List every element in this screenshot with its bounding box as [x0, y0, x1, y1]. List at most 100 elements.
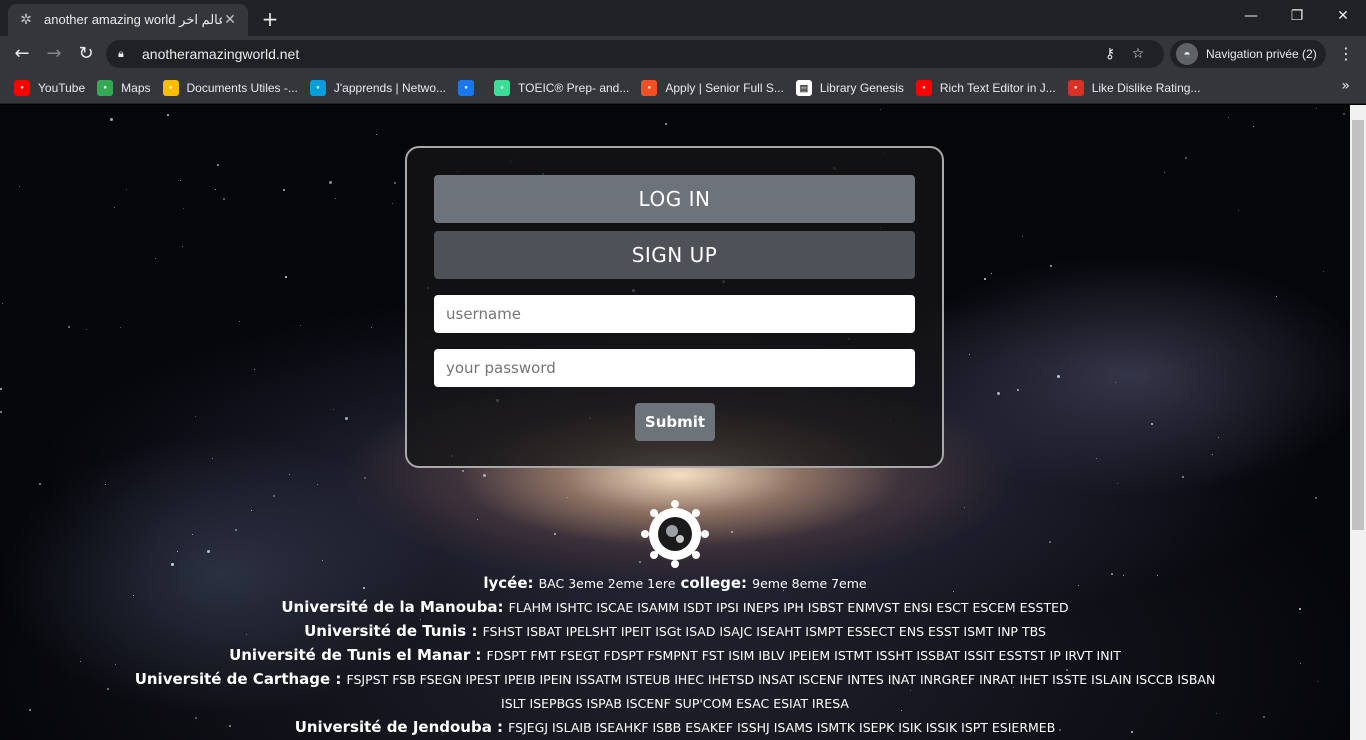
directory-list[interactable]: FDSPT FMT FSEGT FDSPT FSMPNT FST ISIM IB… — [487, 648, 1121, 663]
login-button[interactable]: LOG IN — [434, 175, 915, 223]
star-dot — [345, 417, 348, 420]
bookmark-label: J'apprends | Netwo... — [333, 80, 447, 95]
password-input[interactable] — [434, 349, 915, 387]
star-dot — [239, 321, 240, 322]
directory-heading[interactable]: college: — [680, 574, 747, 592]
star-dot — [1017, 389, 1019, 391]
star-dot — [1276, 296, 1277, 297]
new-tab-button[interactable]: + — [258, 8, 282, 30]
star-dot — [969, 354, 970, 355]
directory-line: lycée: BAC 3eme 2eme 1ere college: 9eme … — [0, 571, 1350, 595]
star-dot — [183, 208, 184, 209]
star-dot — [1115, 382, 1116, 383]
bookmark-item[interactable]: ● J'apprends | Netwo... — [306, 74, 454, 102]
star-dot — [1238, 210, 1239, 211]
star-dot — [19, 186, 20, 187]
directory-line: Université de la Manouba: FLAHM ISHTC IS… — [0, 595, 1350, 619]
close-window-button[interactable]: ✕ — [1320, 0, 1366, 32]
directory-line: Université de Tunis el Manar : FDSPT FMT… — [0, 643, 1350, 667]
more-menu-icon[interactable]: ⋮ — [1334, 40, 1358, 68]
restore-button[interactable]: ❐ — [1274, 0, 1320, 32]
username-input[interactable] — [434, 295, 915, 333]
star-dot — [68, 326, 70, 328]
scrollbar-thumb[interactable] — [1352, 120, 1364, 530]
star-dot — [567, 497, 568, 498]
bookmark-item[interactable]: ● Like Dislike Rating... — [1064, 74, 1209, 102]
directory-heading[interactable]: lycée: — [483, 574, 533, 592]
address-bar[interactable]: 🔒︎ anotheramazingworld.net ⚷ ☆ — [106, 40, 1164, 68]
star-dot — [1049, 541, 1051, 543]
bookmark-item[interactable]: ● TOEIC® Prep- and... — [490, 74, 637, 102]
book-icon: ▤ — [795, 79, 812, 96]
star-dot — [462, 470, 464, 472]
url-text[interactable]: anotheramazingworld.net — [142, 46, 1096, 62]
star-dot — [1182, 476, 1184, 478]
back-button[interactable]: ← — [8, 40, 36, 68]
star-dot — [171, 563, 174, 566]
directory-heading[interactable]: Université de Tunis el Manar : — [229, 646, 481, 664]
bookmark-item[interactable]: ● Maps — [93, 74, 158, 102]
bookmark-item[interactable]: ● Apply | Senior Full S... — [637, 74, 792, 102]
star-dot — [997, 392, 1000, 395]
bookmark-item[interactable]: ▤ Library Genesis — [792, 74, 912, 102]
auth-card: LOG IN SIGN UP Submit — [405, 146, 944, 468]
star-dot — [285, 276, 287, 278]
close-tab-icon[interactable]: ✕ — [222, 12, 238, 28]
minimize-button[interactable]: — — [1228, 0, 1274, 32]
key-icon[interactable]: ⚷ — [1096, 46, 1124, 62]
bookmarks-overflow-icon[interactable]: » — [1341, 78, 1350, 94]
directory-heading[interactable]: Université de Carthage : — [135, 670, 342, 688]
forward-button[interactable]: → — [40, 40, 68, 68]
reload-button[interactable]: ↻ — [72, 40, 100, 68]
directory-list[interactable]: FSJPST FSB FSEGN IPEST IPEIB IPEIN ISSAT… — [347, 672, 1216, 687]
star-dot — [554, 533, 556, 535]
star-bookmark-icon[interactable]: ☆ — [1124, 46, 1152, 62]
star-dot — [182, 246, 183, 247]
star-dot — [376, 134, 377, 135]
star-dot — [180, 180, 181, 181]
star-dot — [329, 181, 332, 184]
youtube-icon: ● — [915, 79, 932, 96]
star-dot — [251, 510, 252, 511]
bookmarks-bar: ● YouTube ● Maps ● Documents Utiles -... ● J'ap… — [0, 72, 1366, 104]
directory-heading[interactable]: Université de Tunis : — [304, 622, 477, 640]
bookmark-label: Documents Utiles -... — [186, 80, 298, 95]
submit-button[interactable]: Submit — [635, 403, 715, 441]
bookmark-label: Rich Text Editor in J... — [939, 80, 1056, 95]
directory-list[interactable]: BAC 3eme 2eme 1ere — [539, 576, 676, 591]
directory-list[interactable]: ISLT ISEPBGS ISPAB ISCENF SUP'COM ESAC E… — [501, 696, 849, 711]
page-viewport: LOG IN SIGN UP Submit lycée: BAC 3eme 2e… — [0, 105, 1350, 740]
directory-list[interactable]: FSJEGJ ISLAIB ISEAHKF ISBB ESAKEF ISSHJ … — [508, 720, 1055, 735]
tab-title: another amazing world عالم اخر — [44, 12, 222, 27]
directory-line: Université de Jendouba : FSJEGJ ISLAIB I… — [0, 715, 1350, 739]
star-dot — [335, 198, 336, 199]
star-dot — [477, 519, 478, 520]
directory-line: Université de Carthage : FSJPST FSB FSEG… — [0, 667, 1350, 691]
star-dot — [0, 411, 2, 413]
profile-label: Navigation privée (2) — [1206, 47, 1317, 61]
star-dot — [195, 416, 196, 417]
bookmark-item[interactable]: ● YouTube — [10, 74, 93, 102]
lock-icon[interactable]: 🔒︎ — [118, 47, 134, 61]
signup-button[interactable]: SIGN UP — [434, 231, 915, 279]
drive-icon: ● — [162, 79, 179, 96]
microsoft-icon: ● — [641, 79, 658, 96]
directory-heading[interactable]: Université de la Manouba: — [281, 598, 503, 616]
directory-list[interactable]: 9eme 8eme 7eme — [752, 576, 866, 591]
star-dot — [322, 560, 323, 561]
star-dot — [254, 369, 255, 370]
bookmark-item[interactable]: ● Documents Utiles -... — [159, 74, 306, 102]
directory-heading[interactable]: Université de Jendouba : — [295, 718, 503, 736]
star-dot — [1096, 458, 1097, 459]
star-dot — [207, 550, 210, 553]
star-dot — [1228, 117, 1229, 118]
cw-icon: ● — [1067, 79, 1084, 96]
directory-list[interactable]: FSHST ISBAT IPELSHT IPEIT ISGt ISAD ISAJ… — [483, 624, 1046, 639]
incognito-profile-button[interactable]: ◓ Navigation privée (2) — [1170, 40, 1326, 68]
browser-tab[interactable]: ✲ another amazing world عالم اخر ✕ — [8, 4, 248, 36]
star-dot — [223, 198, 225, 200]
directory-list[interactable]: FLAHM ISHTC ISCAE ISAMM ISDT IPSI INEPS … — [509, 600, 1069, 615]
bookmark-item[interactable]: ● Rich Text Editor in J... — [912, 74, 1064, 102]
bookmark-item[interactable]: ● — [454, 74, 490, 102]
star-dot — [2, 303, 3, 304]
